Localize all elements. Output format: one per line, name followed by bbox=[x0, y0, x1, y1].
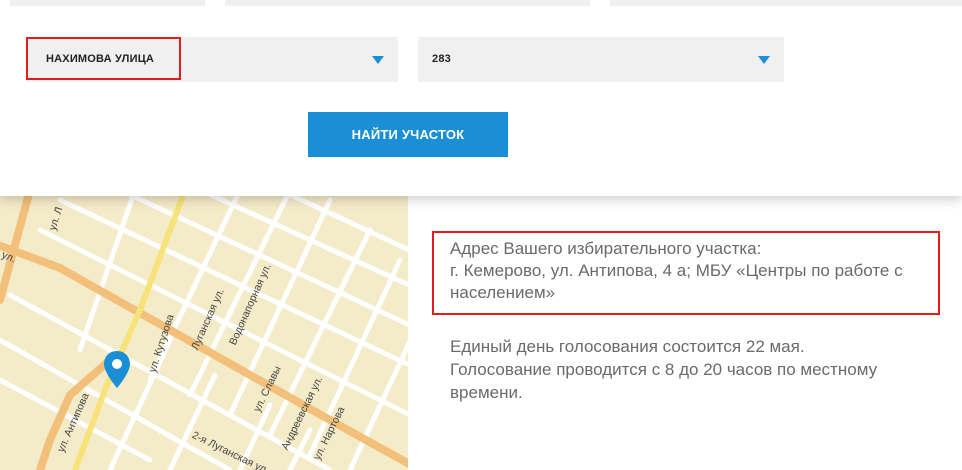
map-area[interactable]: ул. Л ул. ул. Кутузова Луганская ул. Вод… bbox=[0, 190, 408, 470]
city-field[interactable] bbox=[225, 0, 590, 6]
street-select[interactable]: НАХИМОВА УЛИЦА bbox=[26, 37, 398, 82]
election-info: Единый день голосования состоится 22 мая… bbox=[450, 335, 920, 404]
polling-station-info: Адрес Вашего избирательного участка: г. … bbox=[450, 238, 940, 304]
house-select[interactable]: 283 bbox=[418, 37, 784, 82]
polling-station-heading: Адрес Вашего избирательного участка: bbox=[450, 239, 762, 258]
chevron-down-icon bbox=[372, 56, 384, 64]
election-date-text: Единый день голосования состоится 22 мая… bbox=[450, 337, 805, 356]
house-select-value: 283 bbox=[432, 53, 451, 65]
map-pin-icon[interactable] bbox=[102, 350, 132, 390]
region-field[interactable] bbox=[10, 0, 205, 6]
district-field[interactable] bbox=[610, 0, 962, 6]
street-select-value: НАХИМОВА УЛИЦА bbox=[46, 53, 155, 65]
election-hours-text: Голосование проводится с 8 до 20 часов п… bbox=[450, 360, 878, 402]
search-panel: НАХИМОВА УЛИЦА 283 НАЙТИ УЧАСТОК bbox=[0, 0, 962, 196]
polling-station-address: г. Кемерово, ул. Антипова, 4 а; МБУ «Цен… bbox=[450, 261, 903, 302]
find-station-button[interactable]: НАЙТИ УЧАСТОК bbox=[308, 112, 508, 157]
chevron-down-icon bbox=[758, 56, 770, 64]
